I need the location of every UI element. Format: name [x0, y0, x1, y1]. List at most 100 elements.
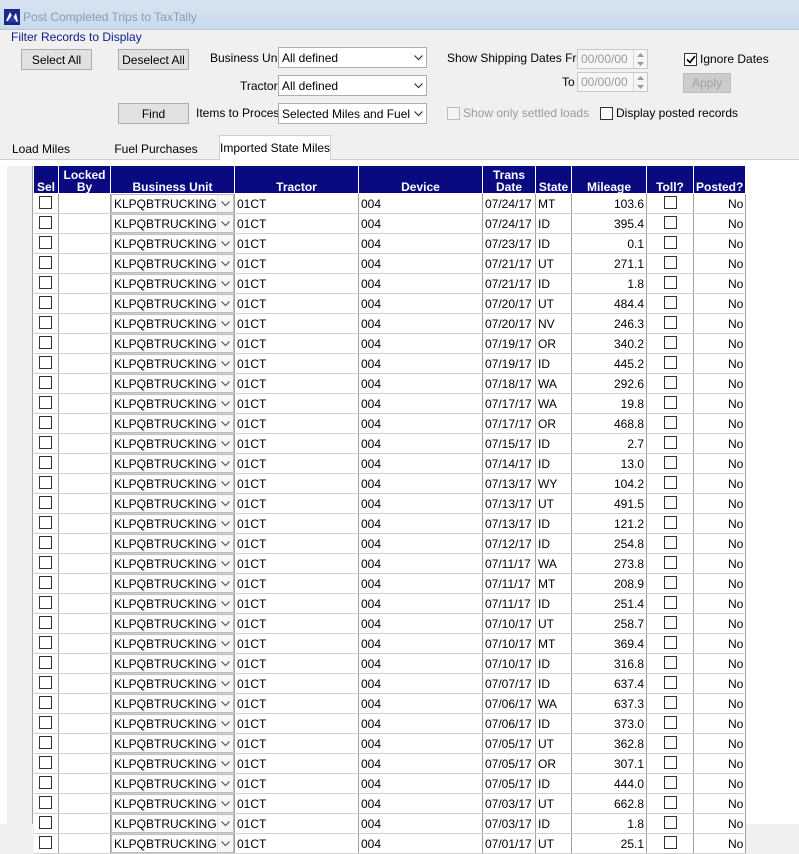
device-cell[interactable]: 004	[358, 733, 483, 754]
tractor-cell[interactable]: 01CT	[234, 313, 359, 334]
state-cell[interactable]: ID	[535, 773, 572, 794]
device-cell[interactable]: 004	[358, 353, 483, 374]
tractor-cell[interactable]: 01CT	[234, 293, 359, 314]
table-row[interactable]: KLPQBTRUCKING 01CT 004 07/12/17 ID 254.8 No	[33, 533, 747, 554]
business-unit-cell[interactable]: KLPQBTRUCKING	[110, 213, 235, 234]
trans-date-cell[interactable]: 07/11/17	[482, 553, 536, 574]
tractor-cell[interactable]: 01CT	[234, 793, 359, 814]
row-select-checkbox[interactable]	[39, 355, 53, 369]
business-unit-cell[interactable]: KLPQBTRUCKING	[110, 833, 235, 854]
toll-cell[interactable]	[646, 333, 694, 354]
mileage-cell[interactable]: 316.8	[571, 653, 647, 674]
device-cell[interactable]: 004	[358, 653, 483, 674]
toll-checkbox[interactable]	[663, 215, 677, 229]
device-cell[interactable]: 004	[358, 253, 483, 274]
table-row[interactable]: KLPQBTRUCKING 01CT 004 07/03/17 UT 662.8 No	[33, 793, 747, 814]
toll-checkbox[interactable]	[663, 555, 677, 569]
state-cell[interactable]: ID	[535, 233, 572, 254]
mileage-cell[interactable]: 362.8	[571, 733, 647, 754]
toll-checkbox[interactable]	[663, 515, 677, 529]
business-unit-cell[interactable]: KLPQBTRUCKING	[110, 193, 235, 214]
tractor-cell[interactable]: 01CT	[234, 733, 359, 754]
toll-cell[interactable]	[646, 353, 694, 374]
table-row[interactable]: KLPQBTRUCKING 01CT 004 07/10/17 MT 369.4 No	[33, 633, 747, 654]
row-select-checkbox[interactable]	[39, 835, 53, 849]
toll-cell[interactable]	[646, 513, 694, 534]
mileage-cell[interactable]: 254.8	[571, 533, 647, 554]
business-unit-cell[interactable]: KLPQBTRUCKING	[110, 493, 235, 514]
chevron-down-icon[interactable]	[217, 375, 233, 392]
row-select-checkbox[interactable]	[39, 595, 53, 609]
row-select-checkbox[interactable]	[39, 315, 53, 329]
chevron-down-icon[interactable]	[217, 255, 233, 272]
row-select-checkbox[interactable]	[39, 235, 53, 249]
mileage-cell[interactable]: 271.1	[571, 253, 647, 274]
toll-cell[interactable]	[646, 633, 694, 654]
select-cell[interactable]	[33, 653, 59, 674]
row-select-checkbox[interactable]	[39, 515, 53, 529]
business-unit-cell[interactable]: KLPQBTRUCKING	[110, 713, 235, 734]
row-select-checkbox[interactable]	[39, 555, 53, 569]
mileage-cell[interactable]: 1.8	[571, 273, 647, 294]
row-select-checkbox[interactable]	[39, 695, 53, 709]
toll-cell[interactable]	[646, 493, 694, 514]
table-row[interactable]: KLPQBTRUCKING 01CT 004 07/11/17 WA 273.8 No	[33, 553, 747, 574]
state-cell[interactable]: WA	[535, 373, 572, 394]
business-unit-cell[interactable]: KLPQBTRUCKING	[110, 373, 235, 394]
toll-cell[interactable]	[646, 793, 694, 814]
row-select-checkbox[interactable]	[39, 735, 53, 749]
table-row[interactable]: KLPQBTRUCKING 01CT 004 07/10/17 ID 316.8 No	[33, 653, 747, 674]
state-cell[interactable]: WA	[535, 553, 572, 574]
business-unit-cell[interactable]: KLPQBTRUCKING	[110, 413, 235, 434]
mileage-cell[interactable]: 258.7	[571, 613, 647, 634]
tractor-cell[interactable]: 01CT	[234, 213, 359, 234]
business-unit-combo[interactable]: KLPQBTRUCKING	[111, 514, 234, 533]
business-unit-combo[interactable]: KLPQBTRUCKING	[111, 834, 234, 853]
toll-checkbox[interactable]	[663, 595, 677, 609]
ignore-dates-checkbox[interactable]: Ignore Dates	[684, 52, 769, 66]
mileage-cell[interactable]: 246.3	[571, 313, 647, 334]
select-cell[interactable]	[33, 253, 59, 274]
select-cell[interactable]	[33, 693, 59, 714]
chevron-down-icon[interactable]	[217, 415, 233, 432]
col-header-locked-by[interactable]: Locked By	[58, 165, 111, 194]
mileage-cell[interactable]: 395.4	[571, 213, 647, 234]
tractor-cell[interactable]: 01CT	[234, 673, 359, 694]
toll-cell[interactable]	[646, 753, 694, 774]
row-select-checkbox[interactable]	[39, 195, 53, 209]
device-cell[interactable]: 004	[358, 773, 483, 794]
row-select-checkbox[interactable]	[39, 275, 53, 289]
toll-cell[interactable]	[646, 213, 694, 234]
tab-imported-state-miles[interactable]: Imported State Miles	[219, 135, 331, 160]
table-row[interactable]: KLPQBTRUCKING 01CT 004 07/14/17 ID 13.0 No	[33, 453, 747, 474]
mileage-cell[interactable]: 340.2	[571, 333, 647, 354]
toll-cell[interactable]	[646, 413, 694, 434]
row-select-checkbox[interactable]	[39, 655, 53, 669]
business-unit-cell[interactable]: KLPQBTRUCKING	[110, 453, 235, 474]
mileage-cell[interactable]: 2.7	[571, 433, 647, 454]
table-row[interactable]: KLPQBTRUCKING 01CT 004 07/13/17 WY 104.2 No	[33, 473, 747, 494]
business-unit-combo[interactable]: KLPQBTRUCKING	[111, 294, 234, 313]
mileage-cell[interactable]: 273.8	[571, 553, 647, 574]
toll-cell[interactable]	[646, 373, 694, 394]
tractor-cell[interactable]: 01CT	[234, 433, 359, 454]
business-unit-cell[interactable]: KLPQBTRUCKING	[110, 273, 235, 294]
select-cell[interactable]	[33, 533, 59, 554]
chevron-down-icon[interactable]	[217, 395, 233, 412]
device-cell[interactable]: 004	[358, 513, 483, 534]
device-cell[interactable]: 004	[358, 313, 483, 334]
tractor-cell[interactable]: 01CT	[234, 613, 359, 634]
business-unit-combo[interactable]: KLPQBTRUCKING	[111, 654, 234, 673]
toll-checkbox[interactable]	[663, 535, 677, 549]
state-cell[interactable]: UT	[535, 613, 572, 634]
device-cell[interactable]: 004	[358, 833, 483, 854]
tractor-cell[interactable]: 01CT	[234, 553, 359, 574]
toll-checkbox[interactable]	[663, 575, 677, 589]
select-cell[interactable]	[33, 633, 59, 654]
business-unit-cell[interactable]: KLPQBTRUCKING	[110, 553, 235, 574]
select-all-button[interactable]: Select All	[21, 49, 92, 70]
device-cell[interactable]: 004	[358, 193, 483, 214]
table-row[interactable]: KLPQBTRUCKING 01CT 004 07/17/17 OR 468.8 No	[33, 413, 747, 434]
toll-checkbox[interactable]	[663, 295, 677, 309]
toll-cell[interactable]	[646, 433, 694, 454]
